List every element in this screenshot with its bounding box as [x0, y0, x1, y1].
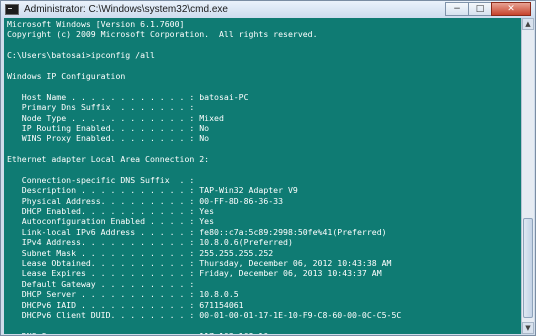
console-line: Connection-specific DNS Suffix . :: [7, 174, 195, 185]
console-line: DHCPv6 IAID . . . . . . . . . . . : 6711…: [7, 299, 244, 310]
scroll-up-button[interactable]: ▲: [522, 18, 534, 30]
console-line: Node Type . . . . . . . . . . . . : Mixe…: [7, 112, 224, 123]
maximize-icon: □: [475, 4, 485, 14]
console-line: DHCP Enabled. . . . . . . . . . . : Yes: [7, 206, 215, 217]
console-line: Default Gateway . . . . . . . . . :: [7, 278, 195, 289]
console-line: Description . . . . . . . . . . . : TAP-…: [7, 185, 298, 196]
console-text: Microsoft Windows [Version 6.1.7600] Copy…: [4, 18, 523, 334]
console-line: IPv4 Address. . . . . . . . . . . : 10.8…: [7, 237, 293, 248]
minimize-icon: −: [453, 4, 461, 14]
close-icon: ✕: [507, 4, 515, 14]
console-line: Link-local IPv6 Address . . . . . : fe80…: [7, 226, 387, 237]
window-title: Administrator: C:\Windows\system32\cmd.e…: [24, 4, 228, 15]
console-line: Autoconfiguration Enabled . . . . : Yes: [7, 216, 215, 227]
console-output[interactable]: Microsoft Windows [Version 6.1.7600] Copy…: [4, 18, 523, 334]
console-line: Subnet Mask . . . . . . . . . . . : 255.…: [7, 247, 274, 258]
console-window: Administrator: C:\Windows\system32\cmd.e…: [0, 0, 536, 336]
scroll-up-icon: ▲: [525, 20, 531, 28]
console-line: DHCPv6 Client DUID. . . . . . . . : 00-0…: [7, 309, 402, 320]
console-line: Ethernet adapter Local Area Connection 2…: [7, 154, 210, 165]
console-line: Windows IP Configuration: [7, 70, 126, 81]
scroll-down-button[interactable]: ▼: [522, 322, 534, 334]
console-line: Host Name . . . . . . . . . . . . : bato…: [7, 91, 249, 102]
console-line: Primary Dns Suffix . . . . . . . :: [7, 102, 195, 113]
console-line: IP Routing Enabled. . . . . . . . : No: [7, 122, 210, 133]
vertical-scrollbar[interactable]: ▲ ▼: [521, 18, 534, 334]
console-line: Microsoft Windows [Version 6.1.7600]: [7, 19, 185, 29]
console-line: Lease Expires . . . . . . . . . . : Frid…: [7, 268, 382, 279]
console-line: DHCP Server . . . . . . . . . . . : 10.8…: [7, 289, 239, 300]
scroll-down-icon: ▼: [525, 324, 531, 332]
maximize-button[interactable]: □: [468, 2, 492, 16]
close-button[interactable]: ✕: [491, 2, 531, 16]
window-controls: − □ ✕: [445, 2, 531, 16]
console-line: C:\Users\batosai>ipconfig /all: [7, 50, 155, 61]
title-bar[interactable]: Administrator: C:\Windows\system32\cmd.e…: [1, 1, 535, 18]
scrollbar-thumb[interactable]: [523, 218, 533, 318]
console-line: WINS Proxy Enabled. . . . . . . . : No: [7, 133, 210, 144]
console-line: Lease Obtained. . . . . . . . . . : Thur…: [7, 257, 392, 268]
minimize-button[interactable]: −: [445, 2, 469, 16]
console-line: Physical Address. . . . . . . . . : 00-F…: [7, 195, 284, 206]
console-line: Copyright (c) 2009 Microsoft Corporation…: [7, 29, 318, 40]
console-line: DNS Servers . . . . . . . . . . . : 117.…: [7, 331, 523, 334]
cmd-app-icon[interactable]: [5, 4, 19, 15]
